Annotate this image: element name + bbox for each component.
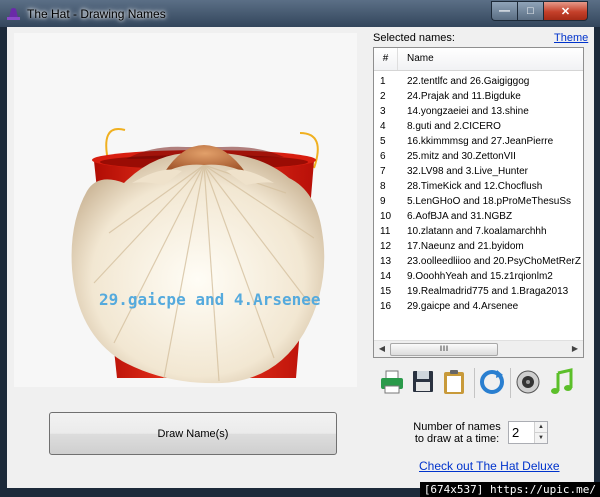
- list-item-name: 19.Realmadrid775 and 1.Braga2013: [407, 286, 569, 297]
- close-icon: ✕: [560, 5, 571, 18]
- list-item-name: 16.kkimmmsg and 27.JeanPierre: [407, 136, 554, 147]
- list-item[interactable]: 7 32.LV98 and 3.Live_Hunter: [374, 164, 583, 179]
- list-item[interactable]: 3 14.yongzaeiei and 13.shine: [374, 104, 583, 119]
- list-item[interactable]: 14 9.OoohhYeah and 15.z1rqionlm2: [374, 269, 583, 284]
- list-item-number: 1: [380, 76, 386, 87]
- draw-names-button[interactable]: Draw Name(s): [49, 412, 337, 455]
- names-count-label: Number of names to draw at a time:: [413, 421, 501, 445]
- list-item[interactable]: 15 19.Realmadrid775 and 1.Braga2013: [374, 284, 583, 299]
- scroll-right-icon[interactable]: ▶: [568, 343, 582, 355]
- hat-app-icon: [7, 8, 20, 20]
- list-item-number: 4: [380, 121, 386, 132]
- list-item-name: 10.zlatann and 7.koalamarchhh: [407, 226, 547, 237]
- list-item[interactable]: 2 24.Prajak and 11.Bigduke: [374, 89, 583, 104]
- names-count-spinner[interactable]: 2 ▲ ▼: [508, 421, 548, 444]
- window-title: The Hat - Drawing Names: [27, 7, 166, 21]
- list-item[interactable]: 16 29.gaicpe and 4.Arsenee: [374, 299, 583, 314]
- list-item-name: 8.guti and 2.CICERO: [407, 121, 501, 132]
- list-item-number: 10: [380, 211, 392, 222]
- list-item[interactable]: 8 28.TimeKick and 12.Chocflush: [374, 179, 583, 194]
- list-item-number: 15: [380, 286, 392, 297]
- spin-up-icon[interactable]: ▲: [535, 422, 547, 433]
- action-toolbar: [377, 368, 582, 398]
- list-item[interactable]: 6 25.mitz and 30.ZettonVII: [374, 149, 583, 164]
- list-item-number: 12: [380, 241, 392, 252]
- scroll-left-icon[interactable]: ◀: [375, 343, 389, 355]
- spin-down-icon[interactable]: ▼: [535, 433, 547, 443]
- list-item-number: 2: [380, 91, 386, 102]
- drawn-name-text: 29.gaicpe and 4.Arsenee: [99, 290, 321, 309]
- column-header-number[interactable]: #: [374, 48, 398, 70]
- list-item-name: 5.LenGHoO and 18.pProMeThesuSs: [407, 196, 571, 207]
- list-item-number: 5: [380, 136, 386, 147]
- bucket-and-shell-image: [71, 128, 325, 384]
- list-item-name: 14.yongzaeiei and 13.shine: [407, 106, 529, 117]
- list-item-name: 24.Prajak and 11.Bigduke: [407, 91, 521, 102]
- image-watermark: [674x537] https://upic.me/: [419, 482, 600, 497]
- refresh-icon[interactable]: [479, 368, 505, 396]
- list-item-number: 7: [380, 166, 386, 177]
- music-note-icon[interactable]: [549, 368, 575, 396]
- list-item[interactable]: 1 22.tentlfc and 26.Gaigiggog: [374, 74, 583, 89]
- list-item[interactable]: 12 17.Naeunz and 21.byidom: [374, 239, 583, 254]
- list-item-name: 23.oolleedliioo and 20.PsyChoMetRerZ: [407, 256, 581, 267]
- list-header: # Name: [374, 48, 583, 71]
- main-panel: 29.gaicpe and 4.Arsenee Selected names: …: [7, 27, 594, 488]
- minimize-icon: —: [499, 5, 510, 17]
- spinner-buttons: ▲ ▼: [534, 422, 547, 443]
- list-item[interactable]: 4 8.guti and 2.CICERO: [374, 119, 583, 134]
- maximize-icon: □: [527, 5, 534, 17]
- app-window: The Hat - Drawing Names — □ ✕ 29.gaicpe …: [0, 0, 600, 497]
- scroll-thumb[interactable]: ‖‖‖: [390, 343, 498, 356]
- list-item-number: 11: [380, 226, 391, 237]
- list-item-name: 25.mitz and 30.ZettonVII: [407, 151, 516, 162]
- list-item-name: 28.TimeKick and 12.Chocflush: [407, 181, 543, 192]
- list-item[interactable]: 5 16.kkimmmsg and 27.JeanPierre: [374, 134, 583, 149]
- printer-icon[interactable]: [379, 368, 405, 396]
- list-item-name: 6.AofBJA and 31.NGBZ: [407, 211, 513, 222]
- list-item-name: 9.OoohhYeah and 15.z1rqionlm2: [407, 271, 553, 282]
- list-item-number: 3: [380, 106, 386, 117]
- maximize-button[interactable]: □: [517, 1, 543, 21]
- column-header-name[interactable]: Name: [407, 48, 434, 70]
- list-item[interactable]: 9 5.LenGHoO and 18.pProMeThesuSs: [374, 194, 583, 209]
- names-count-value[interactable]: 2: [512, 425, 519, 440]
- close-button[interactable]: ✕: [543, 1, 588, 21]
- list-item-number: 16: [380, 301, 392, 312]
- list-item[interactable]: 13 23.oolleedliioo and 20.PsyChoMetRerZ: [374, 254, 583, 269]
- selected-names-label: Selected names:: [373, 32, 455, 44]
- speaker-icon[interactable]: [515, 368, 541, 396]
- list-item-name: 32.LV98 and 3.Live_Hunter: [407, 166, 529, 177]
- list-item-number: 6: [380, 151, 386, 162]
- list-rows: 1 22.tentlfc and 26.Gaigiggog 2 24.Prajak a…: [374, 74, 583, 314]
- deluxe-link[interactable]: Check out The Hat Deluxe: [419, 459, 560, 473]
- list-item-number: 8: [380, 181, 386, 192]
- hat-drawing-area: 29.gaicpe and 4.Arsenee: [14, 33, 357, 387]
- save-icon[interactable]: [410, 368, 436, 396]
- list-item-number: 9: [380, 196, 386, 207]
- list-item-name: 29.gaicpe and 4.Arsenee: [407, 301, 519, 312]
- minimize-button[interactable]: —: [491, 1, 517, 21]
- title-bar[interactable]: The Hat - Drawing Names — □ ✕: [0, 0, 600, 27]
- list-item-name: 17.Naeunz and 21.byidom: [407, 241, 524, 252]
- list-item-number: 14: [380, 271, 392, 282]
- list-item[interactable]: 11 10.zlatann and 7.koalamarchhh: [374, 224, 583, 239]
- selected-names-list[interactable]: # Name 1 22.tentlfc and 26.Gaigiggog 2 24.P…: [373, 47, 584, 358]
- list-item-number: 13: [380, 256, 392, 267]
- horizontal-scrollbar[interactable]: ◀ ‖‖‖ ▶: [374, 340, 583, 357]
- theme-link[interactable]: Theme: [554, 32, 588, 44]
- toolbar-separator: [510, 368, 511, 398]
- list-item-name: 22.tentlfc and 26.Gaigiggog: [407, 76, 530, 87]
- clipboard-icon[interactable]: [441, 368, 467, 396]
- list-item[interactable]: 10 6.AofBJA and 31.NGBZ: [374, 209, 583, 224]
- toolbar-separator: [474, 368, 475, 398]
- window-controls: — □ ✕: [491, 1, 588, 21]
